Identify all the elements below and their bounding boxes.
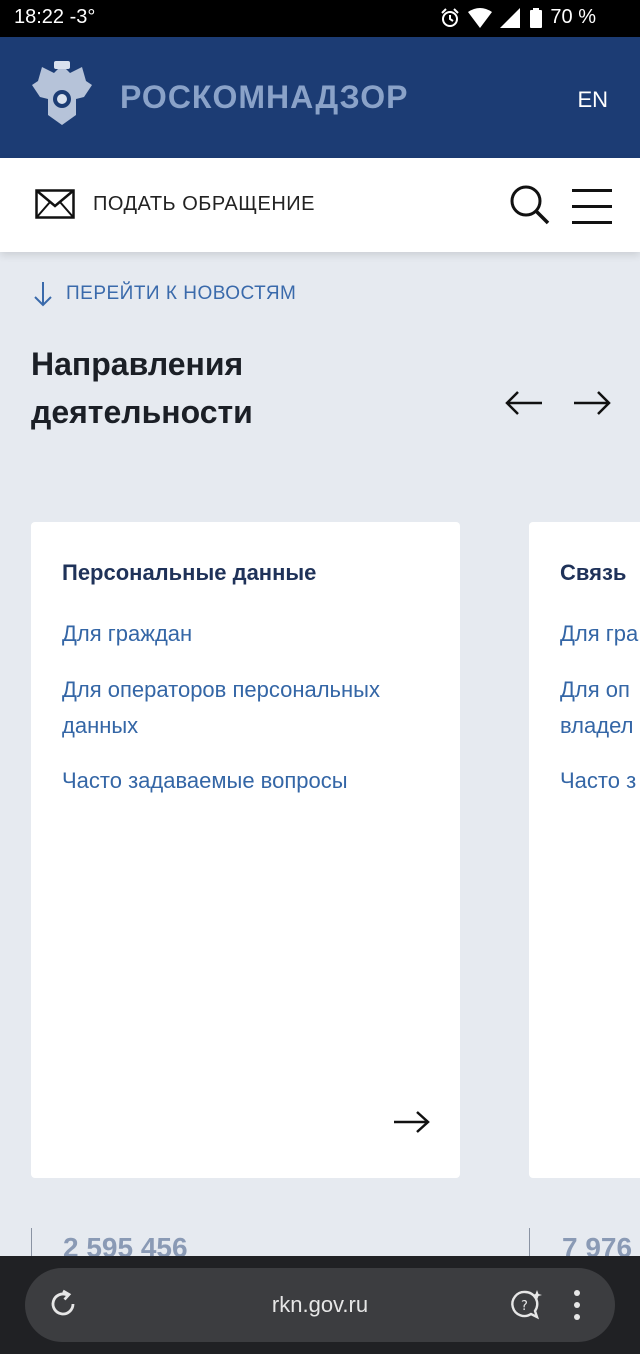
chat-sparkle-icon[interactable]: ? (509, 1288, 543, 1322)
status-icons: 70 % (440, 6, 596, 29)
card-link-faq[interactable]: Часто з (560, 763, 636, 799)
search-icon[interactable] (509, 184, 551, 226)
address-bar[interactable]: rkn.gov.ru ? (25, 1268, 615, 1342)
card-link-citizens[interactable]: Для граждан (62, 616, 192, 652)
svg-text:?: ? (521, 1299, 528, 1314)
news-link-label: ПЕРЕЙТИ К НОВОСТЯМ (66, 283, 297, 304)
menu-icon[interactable] (572, 188, 612, 226)
status-bar: 18:22 -3° 70 % (0, 0, 640, 37)
toolbar: ПОДАТЬ ОБРАЩЕНИЕ (0, 158, 640, 252)
coat-of-arms-logo[interactable] (30, 59, 94, 129)
card-link-operators[interactable]: Для оп (560, 672, 630, 708)
card-link-citizens[interactable]: Для гра (560, 616, 638, 652)
section-title: Направления деятельности (31, 346, 253, 430)
card-link-faq[interactable]: Часто задаваемые вопросы (62, 763, 348, 799)
direction-card-communications[interactable]: Связь Для гра Для оп владел Часто з (529, 522, 640, 1178)
carousel-prev-arrow-icon[interactable] (504, 388, 544, 418)
arrow-down-icon (34, 282, 52, 307)
submit-appeal-link[interactable]: ПОДАТЬ ОБРАЩЕНИЕ (93, 193, 315, 216)
status-time: 18:22 -3° (14, 6, 96, 28)
language-switch[interactable]: EN (577, 87, 608, 113)
site-header: РОСКОМНАДЗОР EN (0, 37, 640, 158)
card-link-operators[interactable]: Для операторов персональных (62, 672, 380, 708)
direction-card-personal-data[interactable]: Персональные данные Для граждан Для опер… (31, 522, 460, 1178)
brand-name[interactable]: РОСКОМНАДЗОР (120, 79, 408, 116)
card-title[interactable]: Персональные данные (62, 560, 316, 586)
carousel-next-arrow-icon[interactable] (572, 388, 612, 418)
card-arrow-right-icon[interactable] (393, 1108, 431, 1136)
card-link-owners[interactable]: владел (560, 708, 633, 744)
card-title[interactable]: Связь (560, 560, 626, 586)
battery-icon (530, 7, 543, 28)
battery-percent: 70 % (550, 6, 596, 28)
card-link-operators-cont[interactable]: данных (62, 708, 138, 744)
signal-icon (500, 7, 521, 28)
browser-bottom-bar: rkn.gov.ru ? (0, 1256, 640, 1354)
more-vert-icon[interactable] (571, 1288, 583, 1322)
mail-icon[interactable] (35, 189, 75, 219)
alarm-icon (441, 7, 460, 27)
go-to-news-link[interactable]: ПЕРЕЙТИ К НОВОСТЯМ (32, 280, 296, 308)
wifi-icon (468, 7, 493, 28)
